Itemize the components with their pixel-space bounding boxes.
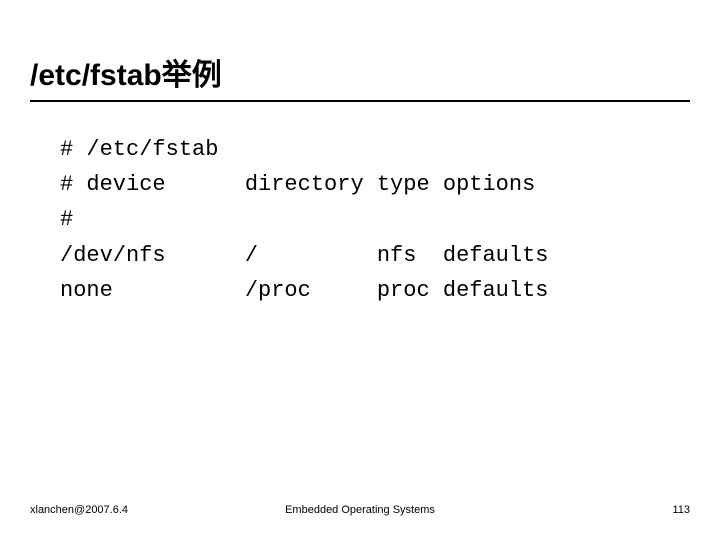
code-block: # /etc/fstab # device directory type opt…	[30, 132, 690, 308]
footer-author: xlanchen@2007.6.4	[30, 504, 128, 516]
code-line-3: #	[60, 207, 73, 232]
code-line-5: none /proc proc defaults	[60, 278, 548, 303]
code-line-1: # /etc/fstab	[60, 137, 218, 162]
footer-page-number: 113	[672, 504, 690, 516]
slide-footer: xlanchen@2007.6.4 Embedded Operating Sys…	[30, 504, 690, 516]
slide-title: /etc/fstab举例	[30, 50, 690, 102]
slide-container: /etc/fstab举例 # /etc/fstab # device direc…	[0, 0, 720, 540]
footer-title: Embedded Operating Systems	[285, 504, 435, 516]
code-line-2: # device directory type options	[60, 172, 535, 197]
code-line-4: /dev/nfs / nfs defaults	[60, 243, 548, 268]
